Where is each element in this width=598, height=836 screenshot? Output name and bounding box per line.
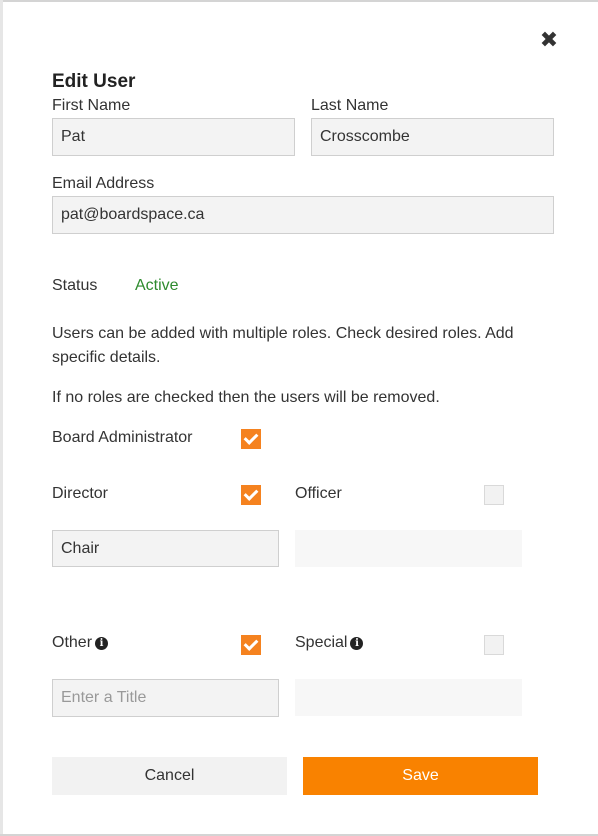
close-icon[interactable]: ✖ bbox=[537, 28, 561, 52]
email-field[interactable] bbox=[52, 196, 554, 234]
remove-help-text: If no roles are checked then the users w… bbox=[52, 389, 440, 406]
special-checkbox[interactable] bbox=[484, 635, 504, 655]
status-label: Status bbox=[52, 277, 98, 294]
cancel-button[interactable]: Cancel bbox=[52, 757, 287, 795]
special-label: Special i bbox=[295, 634, 364, 652]
board-admin-label: Board Administrator bbox=[52, 429, 193, 446]
officer-checkbox[interactable] bbox=[484, 485, 504, 505]
other-title-field[interactable] bbox=[52, 679, 279, 717]
officer-label: Officer bbox=[295, 485, 342, 502]
last-name-field[interactable] bbox=[311, 118, 554, 156]
first-name-field[interactable] bbox=[52, 118, 295, 156]
info-icon[interactable]: i bbox=[95, 637, 109, 650]
dialog-title: Edit User bbox=[52, 71, 136, 92]
dialog-left-border bbox=[0, 0, 3, 836]
last-name-label: Last Name bbox=[311, 97, 389, 114]
other-label-text: Other bbox=[52, 634, 93, 651]
email-label: Email Address bbox=[52, 175, 155, 192]
dialog-top-border bbox=[0, 0, 598, 2]
info-icon[interactable]: i bbox=[350, 637, 364, 650]
special-label-text: Special bbox=[295, 634, 348, 651]
director-label: Director bbox=[52, 485, 109, 502]
director-checkbox[interactable] bbox=[241, 485, 261, 505]
other-checkbox[interactable] bbox=[241, 635, 261, 655]
other-label: Other i bbox=[52, 634, 109, 652]
first-name-label: First Name bbox=[52, 97, 131, 114]
status-value: Active bbox=[135, 277, 179, 294]
director-title-field[interactable] bbox=[52, 530, 279, 567]
roles-help-text: Users can be added with multiple roles. … bbox=[52, 325, 514, 366]
board-admin-checkbox[interactable] bbox=[241, 429, 261, 449]
officer-title-field bbox=[295, 530, 522, 567]
special-title-field bbox=[295, 679, 522, 716]
save-button[interactable]: Save bbox=[303, 757, 538, 795]
